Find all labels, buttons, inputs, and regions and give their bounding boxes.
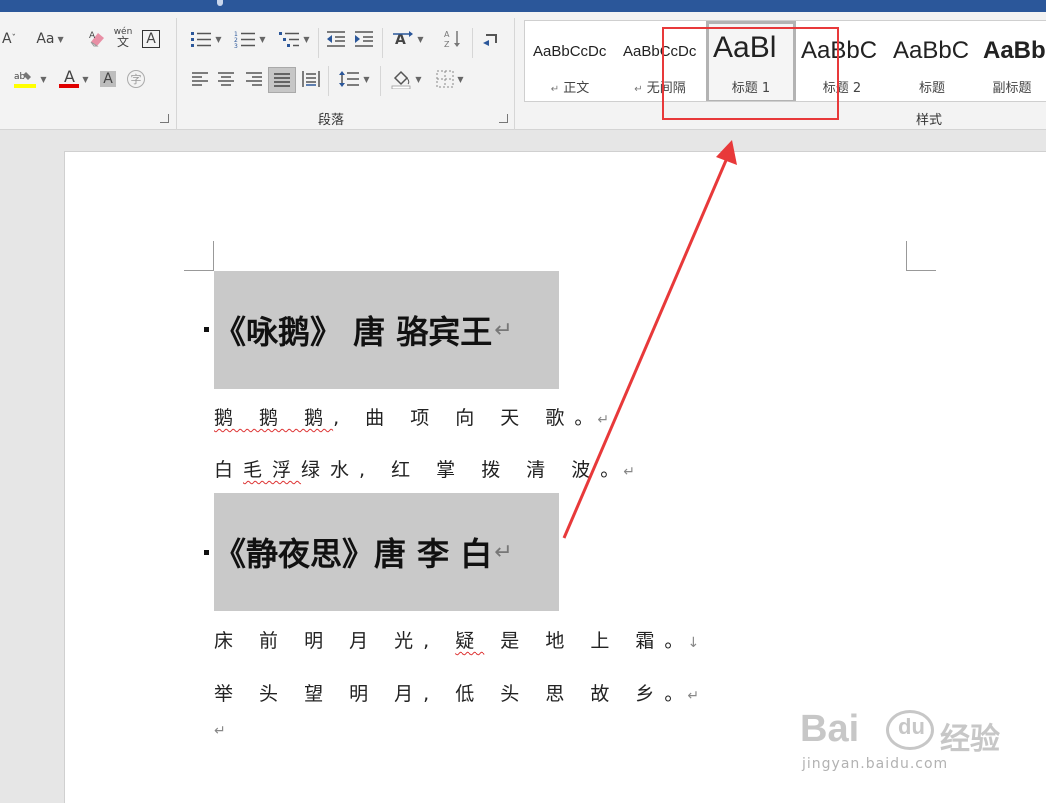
watermark: Bai du 经验 jingyan.baidu.com bbox=[800, 708, 1000, 772]
watermark-product: 经验 bbox=[940, 722, 1000, 757]
annotation-arrow bbox=[562, 140, 737, 539]
watermark-brand: Bai bbox=[800, 708, 860, 750]
watermark-url: jingyan.baidu.com bbox=[802, 756, 949, 772]
